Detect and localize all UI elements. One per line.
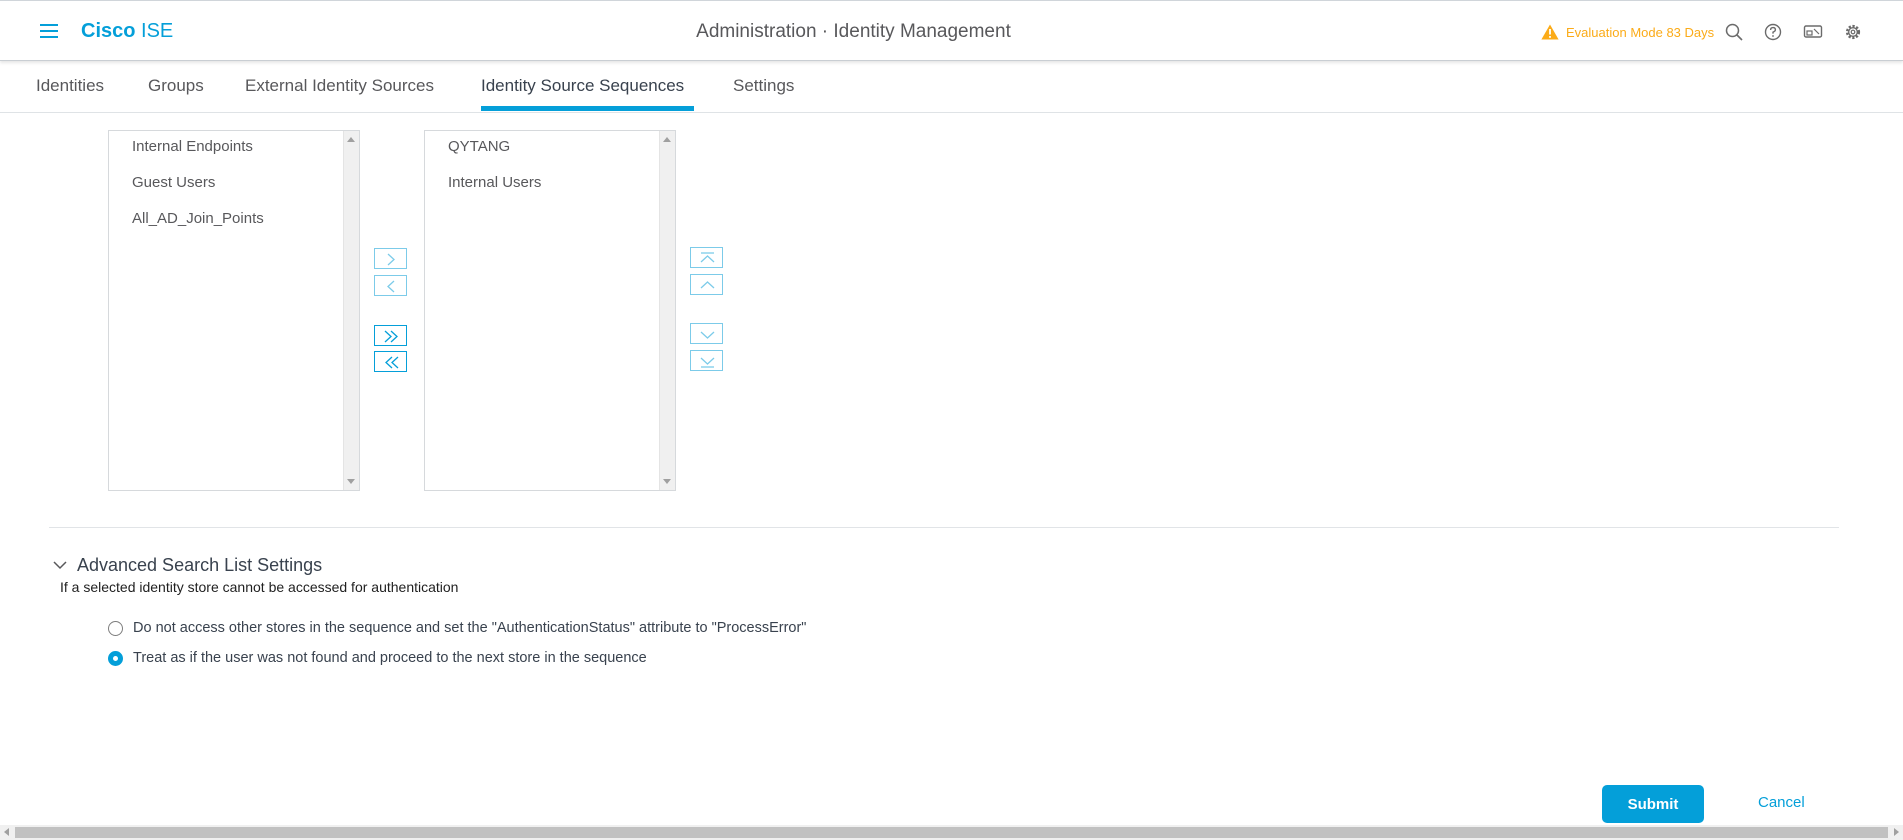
advanced-settings-title[interactable]: Advanced Search List Settings (77, 555, 322, 576)
double-chevron-left-icon (385, 356, 399, 369)
tab-external-identity-sources[interactable]: External Identity Sources (245, 76, 434, 96)
radio-option-label: Do not access other stores in the sequen… (133, 620, 807, 636)
tab-groups[interactable]: Groups (148, 76, 204, 96)
page-title: Administration · Identity Management (696, 21, 1011, 42)
available-stores-list[interactable]: Internal Endpoints Guest Users All_AD_Jo… (108, 130, 360, 491)
list-item[interactable]: Internal Endpoints (132, 138, 253, 155)
section-divider (49, 527, 1839, 528)
move-all-right-button[interactable] (374, 325, 407, 346)
move-to-bottom-button[interactable] (690, 350, 723, 371)
tab-bar: Identities Groups External Identity Sour… (0, 61, 1903, 113)
evaluation-mode-link[interactable]: Evaluation Mode 83 Days (1541, 21, 1714, 43)
tab-identity-source-sequences[interactable]: Identity Source Sequences (481, 76, 684, 96)
cancel-button[interactable]: Cancel (1758, 794, 1805, 811)
move-top-icon (700, 252, 715, 263)
scroll-left-arrow[interactable] (4, 828, 9, 836)
chevron-up-icon (700, 281, 715, 289)
move-all-left-button[interactable] (374, 351, 407, 372)
radio-option-label: Treat as if the user was not found and p… (133, 650, 647, 666)
double-chevron-right-icon (384, 330, 398, 343)
chevron-right-icon (387, 253, 395, 266)
selected-stores-list[interactable]: QYTANG Internal Users (424, 130, 676, 491)
horizontal-scrollbar[interactable] (0, 825, 1903, 840)
move-left-button[interactable] (374, 275, 407, 296)
advanced-settings-description: If a selected identity store cannot be a… (60, 579, 459, 595)
radio-option-user-not-found[interactable]: Treat as if the user was not found and p… (108, 650, 647, 666)
list-item[interactable]: Guest Users (132, 174, 215, 191)
list-item[interactable]: Internal Users (448, 174, 541, 191)
gear-icon[interactable] (1842, 21, 1864, 43)
list-item[interactable]: All_AD_Join_Points (132, 210, 264, 227)
move-up-button[interactable] (690, 274, 723, 295)
dashboard-icon[interactable] (1802, 21, 1824, 43)
radio-button[interactable] (108, 620, 123, 636)
search-icon[interactable] (1723, 21, 1745, 43)
warning-icon (1541, 24, 1559, 40)
available-list-scrollbar[interactable] (343, 131, 359, 490)
radio-option-process-error[interactable]: Do not access other stores in the sequen… (108, 620, 806, 636)
radio-button[interactable] (108, 650, 123, 666)
tab-identities[interactable]: Identities (36, 76, 104, 96)
chevron-down-icon (700, 331, 715, 339)
move-right-button[interactable] (374, 248, 407, 269)
active-tab-indicator (481, 106, 694, 111)
scrollbar-thumb[interactable] (15, 827, 1888, 838)
scroll-right-arrow[interactable] (1894, 828, 1899, 836)
help-icon[interactable] (1762, 21, 1784, 43)
move-bottom-icon (700, 357, 715, 368)
top-header: Cisco ISE Administration · Identity Mana… (0, 0, 1903, 61)
move-down-button[interactable] (690, 323, 723, 344)
move-to-top-button[interactable] (690, 247, 723, 268)
chevron-left-icon (387, 280, 395, 293)
list-item[interactable]: QYTANG (448, 138, 510, 155)
submit-button[interactable]: Submit (1602, 785, 1704, 823)
collapse-chevron-icon[interactable] (53, 561, 67, 570)
selected-list-scrollbar[interactable] (659, 131, 675, 490)
evaluation-mode-text: Evaluation Mode 83 Days (1566, 24, 1715, 40)
tab-settings[interactable]: Settings (733, 76, 794, 96)
